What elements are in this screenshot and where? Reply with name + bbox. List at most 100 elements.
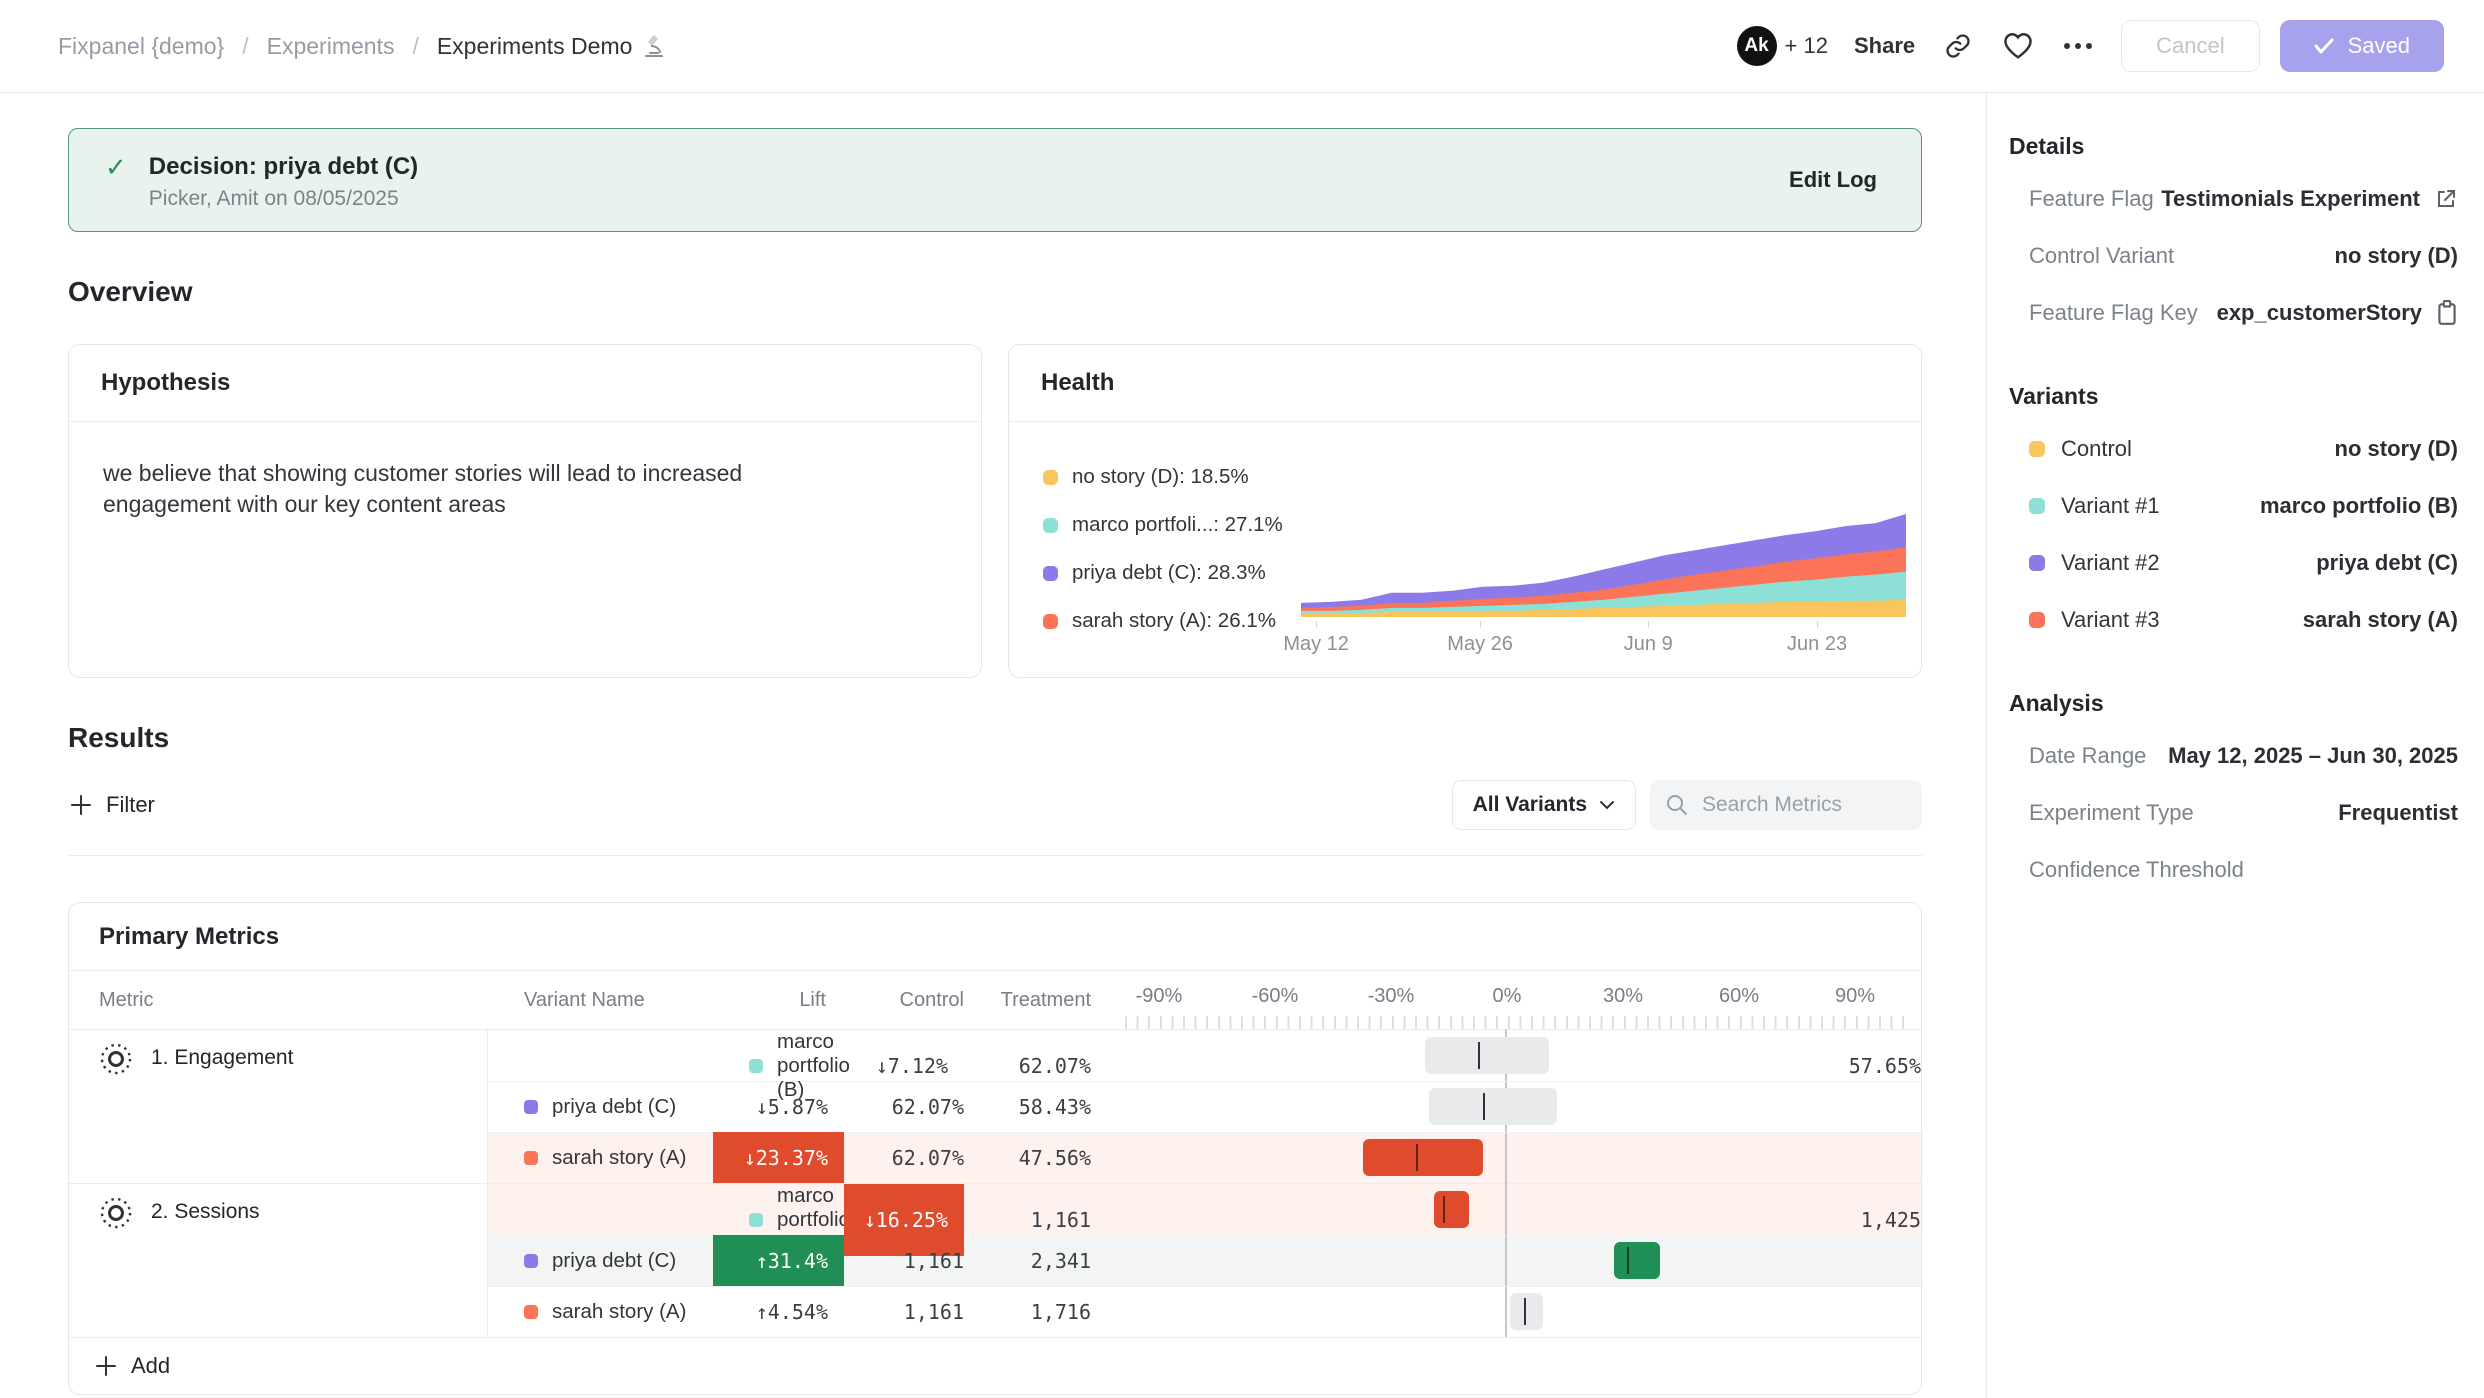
- lift-axis-label: 60%: [1719, 985, 1759, 1008]
- variant-name-cell: sarah story (A): [488, 1300, 713, 1324]
- variant-label: Variant #3: [2029, 607, 2303, 633]
- metric-group: 2. Sessionsmarco portfolio (B)↓16.25%1,1…: [69, 1183, 1921, 1337]
- saved-button[interactable]: Saved: [2280, 20, 2444, 72]
- avatar[interactable]: Ak: [1737, 26, 1777, 66]
- variant-name-label: Variant #2: [2061, 550, 2160, 576]
- control-value: 1,161: [964, 1208, 1091, 1232]
- control-value: 62.07%: [964, 1054, 1091, 1078]
- variant-value: marco portfolio (B): [2260, 493, 2458, 519]
- plus-icon: [95, 1355, 117, 1377]
- health-area-chart: [1301, 511, 1906, 621]
- divider: [68, 855, 1922, 856]
- confidence-interval-bar: [1614, 1242, 1660, 1279]
- hypothesis-title: Hypothesis: [69, 345, 981, 422]
- cancel-button[interactable]: Cancel: [2121, 20, 2259, 72]
- external-link-icon[interactable]: [2434, 187, 2458, 211]
- favorite-heart-icon[interactable]: [2001, 29, 2035, 63]
- collaborators-count[interactable]: + 12: [1785, 33, 1828, 59]
- lift-axis-label: 0%: [1493, 985, 1522, 1008]
- chevron-down-icon: [1599, 800, 1615, 810]
- variant-name: priya debt (C): [552, 1095, 676, 1119]
- legend-label: priya debt (C): 28.3%: [1072, 561, 1266, 585]
- variant-name-cell: priya debt (C): [488, 1249, 713, 1273]
- primary-metrics-card: Primary Metrics Metric Variant Name Lift…: [68, 902, 1922, 1395]
- variant-color-swatch: [2029, 498, 2045, 514]
- health-card: Health no story (D): 18.5% marco portfoli…: [1008, 344, 1922, 678]
- health-x-axis: May 12May 26Jun 9Jun 23: [1301, 627, 1906, 657]
- variant-value: sarah story (A): [2303, 607, 2458, 633]
- health-title: Health: [1009, 345, 1921, 422]
- lift-value: ↓7.12%: [844, 1030, 964, 1102]
- variant-name-label: Variant #1: [2061, 493, 2160, 519]
- variant-color-swatch: [2029, 612, 2045, 628]
- add-metric-button[interactable]: Add: [69, 1337, 1921, 1394]
- sidebar-variant-row: Variant #1 marco portfolio (B): [2009, 477, 2458, 534]
- breadcrumb-project[interactable]: Fixpanel {demo}: [58, 33, 224, 60]
- variant-name-cell: priya debt (C): [488, 1095, 713, 1119]
- variant-color-swatch: [524, 1254, 538, 1268]
- confidence-interval-bar: [1429, 1088, 1557, 1125]
- row-separator: [488, 1132, 1921, 1133]
- metric-name: 1. Engagement: [151, 1042, 293, 1070]
- primary-metrics-title: Primary Metrics: [69, 903, 1921, 971]
- date-range-row: Date Range May 12, 2025 – Jun 30, 2025: [2009, 727, 2458, 784]
- lift-axis-label: 90%: [1835, 985, 1875, 1008]
- metric-cell[interactable]: 1. Engagement: [69, 1030, 488, 1183]
- health-legend-item: no story (D): 18.5%: [1043, 453, 1283, 501]
- copy-clipboard-icon[interactable]: [2436, 300, 2458, 326]
- edit-log-button[interactable]: Edit Log: [1789, 167, 1877, 193]
- variant-color-swatch: [1043, 566, 1058, 581]
- microscope-icon: [642, 33, 666, 59]
- hypothesis-body: we believe that showing customer stories…: [69, 422, 897, 556]
- axis-tick-label: May 12: [1283, 633, 1349, 656]
- lift-marker: [1483, 1093, 1485, 1120]
- treatment-value: 2,341: [964, 1249, 1091, 1273]
- copy-link-icon[interactable]: [1941, 29, 1975, 63]
- treatment-value: 47.56%: [964, 1146, 1091, 1170]
- breadcrumb: Fixpanel {demo} / Experiments / Experime…: [58, 33, 666, 60]
- breadcrumb-current: Experiments Demo: [437, 33, 633, 60]
- search-icon: [1666, 794, 1688, 816]
- add-filter-button[interactable]: Filter: [68, 792, 155, 818]
- variant-label: Control: [2029, 436, 2335, 462]
- decision-subtitle: Picker, Amit on 08/05/2025: [149, 187, 418, 211]
- target-metric-icon: [99, 1196, 133, 1230]
- sidebar-variant-row: Controlno story (D): [2009, 420, 2458, 477]
- confidence-interval-bar: [1510, 1293, 1543, 1330]
- breadcrumb-separator: /: [412, 33, 418, 60]
- variant-color-swatch: [524, 1100, 538, 1114]
- metric-cell[interactable]: 2. Sessions: [69, 1184, 488, 1337]
- overview-heading: Overview: [68, 276, 1922, 308]
- metric-name: 2. Sessions: [151, 1196, 260, 1224]
- variant-label: Variant #2: [2029, 550, 2316, 576]
- more-options-icon[interactable]: [2061, 29, 2095, 63]
- row-separator: [488, 1286, 1921, 1287]
- table-body: 1. Engagementmarco portfolio (B)↓7.12%62…: [69, 1029, 1921, 1337]
- variants-dropdown[interactable]: All Variants: [1452, 780, 1636, 830]
- check-icon: [2314, 38, 2334, 54]
- treatment-value: 58.43%: [964, 1095, 1091, 1119]
- variant-color-swatch: [524, 1305, 538, 1319]
- lift-axis-labels: -90%-60%-30%0%30%60%90%: [1091, 971, 1921, 1029]
- breadcrumb-experiments[interactable]: Experiments: [267, 33, 395, 60]
- variant-name: sarah story (A): [552, 1146, 686, 1170]
- lift-marker: [1524, 1298, 1526, 1325]
- metric-group: 1. Engagementmarco portfolio (B)↓7.12%62…: [69, 1029, 1921, 1183]
- treatment-value: 1,716: [964, 1300, 1091, 1324]
- details-heading: Details: [2009, 133, 2458, 160]
- variant-color-swatch: [2029, 555, 2045, 571]
- legend-label: marco portfoli...: 27.1%: [1072, 513, 1283, 537]
- search-metrics-input[interactable]: [1700, 792, 1904, 818]
- health-legend-item: sarah story (A): 26.1%: [1043, 597, 1283, 645]
- top-bar: Fixpanel {demo} / Experiments / Experime…: [0, 0, 2484, 93]
- lift-value: ↑31.4%: [713, 1235, 844, 1286]
- axis-tick: [1480, 621, 1481, 628]
- details-sidebar: Details Feature Flag Testimonials Experi…: [1986, 93, 2484, 1398]
- lift-marker: [1478, 1042, 1480, 1069]
- variant-color-swatch: [1043, 470, 1058, 485]
- treatment-value: 1,425: [1091, 1208, 1921, 1232]
- health-legend-item: marco portfoli...: 27.1%: [1043, 501, 1283, 549]
- feature-flag-key-row: Feature Flag Key exp_customerStory: [2009, 284, 2458, 341]
- share-button[interactable]: Share: [1854, 33, 1915, 59]
- experiment-page: Fixpanel {demo} / Experiments / Experime…: [0, 0, 2484, 1398]
